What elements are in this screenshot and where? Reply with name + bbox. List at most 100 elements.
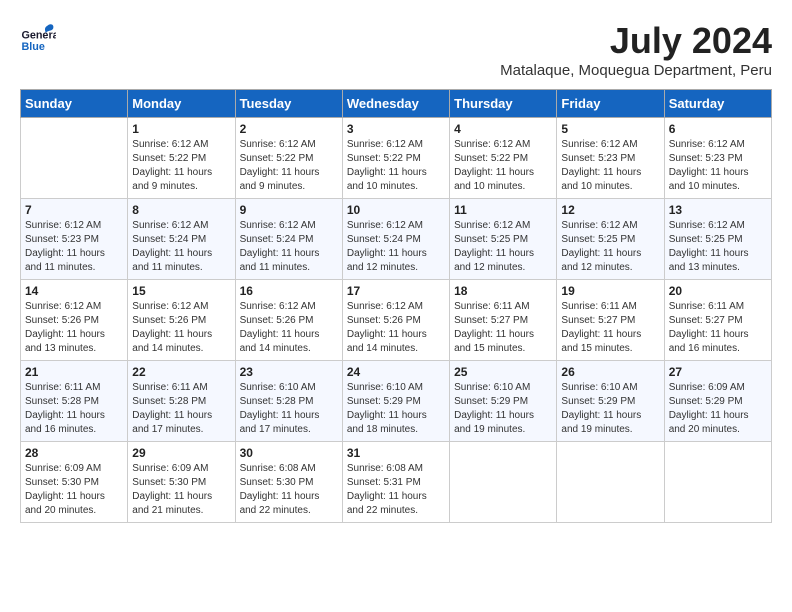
day-number: 24 (347, 365, 445, 379)
day-info: Sunrise: 6:09 AM Sunset: 5:29 PM Dayligh… (669, 381, 767, 437)
day-number: 23 (240, 365, 338, 379)
day-info: Sunrise: 6:12 AM Sunset: 5:22 PM Dayligh… (240, 138, 338, 194)
day-number: 7 (25, 203, 123, 217)
day-info: Sunrise: 6:08 AM Sunset: 5:30 PM Dayligh… (240, 462, 338, 518)
day-number: 22 (132, 365, 230, 379)
weekday-header-saturday: Saturday (664, 90, 771, 118)
generalblue-logo-icon: General Blue (20, 20, 56, 56)
day-info: Sunrise: 6:12 AM Sunset: 5:25 PM Dayligh… (669, 219, 767, 275)
calendar-table: SundayMondayTuesdayWednesdayThursdayFrid… (20, 89, 772, 523)
day-info: Sunrise: 6:12 AM Sunset: 5:22 PM Dayligh… (132, 138, 230, 194)
day-number: 19 (561, 284, 659, 298)
day-info: Sunrise: 6:12 AM Sunset: 5:25 PM Dayligh… (561, 219, 659, 275)
page-header: General Blue July 2024 Matalaque, Moqueg… (20, 20, 772, 79)
day-info: Sunrise: 6:12 AM Sunset: 5:23 PM Dayligh… (25, 219, 123, 275)
calendar-cell: 3 Sunrise: 6:12 AM Sunset: 5:22 PM Daylig… (342, 118, 449, 199)
calendar-cell: 12 Sunrise: 6:12 AM Sunset: 5:25 PM Dayli… (557, 199, 664, 280)
day-number: 17 (347, 284, 445, 298)
day-info: Sunrise: 6:12 AM Sunset: 5:25 PM Dayligh… (454, 219, 552, 275)
day-info: Sunrise: 6:11 AM Sunset: 5:27 PM Dayligh… (669, 300, 767, 356)
calendar-week-row: 28 Sunrise: 6:09 AM Sunset: 5:30 PM Dayli… (21, 442, 772, 523)
day-number: 3 (347, 122, 445, 136)
weekday-header-thursday: Thursday (450, 90, 557, 118)
calendar-cell: 27 Sunrise: 6:09 AM Sunset: 5:29 PM Dayli… (664, 361, 771, 442)
calendar-cell: 30 Sunrise: 6:08 AM Sunset: 5:30 PM Dayli… (235, 442, 342, 523)
day-info: Sunrise: 6:12 AM Sunset: 5:23 PM Dayligh… (669, 138, 767, 194)
day-number: 16 (240, 284, 338, 298)
calendar-cell: 23Sunrise: 6:10 AM Sunset: 5:28 PM Dayli… (235, 361, 342, 442)
day-number: 10 (347, 203, 445, 217)
calendar-cell: 13 Sunrise: 6:12 AM Sunset: 5:25 PM Dayli… (664, 199, 771, 280)
day-info: Sunrise: 6:09 AM Sunset: 5:30 PM Dayligh… (132, 462, 230, 518)
calendar-cell: 5 Sunrise: 6:12 AM Sunset: 5:23 PM Daylig… (557, 118, 664, 199)
day-info: Sunrise: 6:12 AM Sunset: 5:24 PM Dayligh… (132, 219, 230, 275)
calendar-cell: 4 Sunrise: 6:12 AM Sunset: 5:22 PM Daylig… (450, 118, 557, 199)
day-info: Sunrise: 6:10 AM Sunset: 5:29 PM Dayligh… (347, 381, 445, 437)
day-number: 4 (454, 122, 552, 136)
day-number: 13 (669, 203, 767, 217)
calendar-cell: 22 Sunrise: 6:11 AM Sunset: 5:28 PM Dayli… (128, 361, 235, 442)
day-info: Sunrise: 6:11 AM Sunset: 5:28 PM Dayligh… (132, 381, 230, 437)
calendar-cell: 20 Sunrise: 6:11 AM Sunset: 5:27 PM Dayli… (664, 280, 771, 361)
weekday-header-monday: Monday (128, 90, 235, 118)
day-info: Sunrise: 6:11 AM Sunset: 5:28 PM Dayligh… (25, 381, 123, 437)
day-info: Sunrise: 6:08 AM Sunset: 5:31 PM Dayligh… (347, 462, 445, 518)
calendar-cell: 29 Sunrise: 6:09 AM Sunset: 5:30 PM Dayli… (128, 442, 235, 523)
weekday-header-row: SundayMondayTuesdayWednesdayThursdayFrid… (21, 90, 772, 118)
calendar-cell: 26 Sunrise: 6:10 AM Sunset: 5:29 PM Dayli… (557, 361, 664, 442)
calendar-cell: 17Sunrise: 6:12 AM Sunset: 5:26 PM Dayli… (342, 280, 449, 361)
calendar-cell: 19 Sunrise: 6:11 AM Sunset: 5:27 PM Dayli… (557, 280, 664, 361)
day-number: 21 (25, 365, 123, 379)
day-number: 8 (132, 203, 230, 217)
day-number: 29 (132, 446, 230, 460)
day-number: 11 (454, 203, 552, 217)
day-info: Sunrise: 6:11 AM Sunset: 5:27 PM Dayligh… (454, 300, 552, 356)
calendar-header: SundayMondayTuesdayWednesdayThursdayFrid… (21, 90, 772, 118)
day-info: Sunrise: 6:12 AM Sunset: 5:26 PM Dayligh… (240, 300, 338, 356)
calendar-week-row: 1 Sunrise: 6:12 AM Sunset: 5:22 PM Daylig… (21, 118, 772, 199)
calendar-cell: 24 Sunrise: 6:10 AM Sunset: 5:29 PM Dayli… (342, 361, 449, 442)
day-number: 25 (454, 365, 552, 379)
calendar-cell: 9Sunrise: 6:12 AM Sunset: 5:24 PM Daylig… (235, 199, 342, 280)
svg-text:General: General (21, 30, 56, 42)
day-number: 2 (240, 122, 338, 136)
weekday-header-friday: Friday (557, 90, 664, 118)
calendar-cell: 14Sunrise: 6:12 AM Sunset: 5:26 PM Dayli… (21, 280, 128, 361)
calendar-week-row: 21 Sunrise: 6:11 AM Sunset: 5:28 PM Dayli… (21, 361, 772, 442)
calendar-cell: 7 Sunrise: 6:12 AM Sunset: 5:23 PM Daylig… (21, 199, 128, 280)
day-number: 28 (25, 446, 123, 460)
day-number: 26 (561, 365, 659, 379)
day-info: Sunrise: 6:10 AM Sunset: 5:29 PM Dayligh… (561, 381, 659, 437)
day-number: 1 (132, 122, 230, 136)
day-number: 5 (561, 122, 659, 136)
day-number: 12 (561, 203, 659, 217)
location-subtitle: Matalaque, Moquegua Department, Peru (500, 62, 772, 79)
day-info: Sunrise: 6:12 AM Sunset: 5:22 PM Dayligh… (454, 138, 552, 194)
calendar-cell: 16 Sunrise: 6:12 AM Sunset: 5:26 PM Dayli… (235, 280, 342, 361)
calendar-cell: 11 Sunrise: 6:12 AM Sunset: 5:25 PM Dayli… (450, 199, 557, 280)
title-block: July 2024 Matalaque, Moquegua Department… (500, 20, 772, 79)
calendar-cell (21, 118, 128, 199)
calendar-week-row: 14Sunrise: 6:12 AM Sunset: 5:26 PM Dayli… (21, 280, 772, 361)
day-number: 30 (240, 446, 338, 460)
day-info: Sunrise: 6:12 AM Sunset: 5:23 PM Dayligh… (561, 138, 659, 194)
day-number: 31 (347, 446, 445, 460)
day-info: Sunrise: 6:09 AM Sunset: 5:30 PM Dayligh… (25, 462, 123, 518)
day-number: 18 (454, 284, 552, 298)
day-number: 20 (669, 284, 767, 298)
calendar-cell: 25Sunrise: 6:10 AM Sunset: 5:29 PM Dayli… (450, 361, 557, 442)
weekday-header-sunday: Sunday (21, 90, 128, 118)
day-info: Sunrise: 6:12 AM Sunset: 5:26 PM Dayligh… (25, 300, 123, 356)
calendar-body: 1 Sunrise: 6:12 AM Sunset: 5:22 PM Daylig… (21, 118, 772, 523)
calendar-cell: 1 Sunrise: 6:12 AM Sunset: 5:22 PM Daylig… (128, 118, 235, 199)
calendar-cell: 15Sunrise: 6:12 AM Sunset: 5:26 PM Dayli… (128, 280, 235, 361)
weekday-header-wednesday: Wednesday (342, 90, 449, 118)
calendar-cell: 8 Sunrise: 6:12 AM Sunset: 5:24 PM Daylig… (128, 199, 235, 280)
day-info: Sunrise: 6:11 AM Sunset: 5:27 PM Dayligh… (561, 300, 659, 356)
day-number: 27 (669, 365, 767, 379)
logo: General Blue (20, 20, 56, 56)
day-info: Sunrise: 6:12 AM Sunset: 5:22 PM Dayligh… (347, 138, 445, 194)
day-info: Sunrise: 6:12 AM Sunset: 5:26 PM Dayligh… (132, 300, 230, 356)
day-info: Sunrise: 6:12 AM Sunset: 5:24 PM Dayligh… (347, 219, 445, 275)
day-number: 6 (669, 122, 767, 136)
